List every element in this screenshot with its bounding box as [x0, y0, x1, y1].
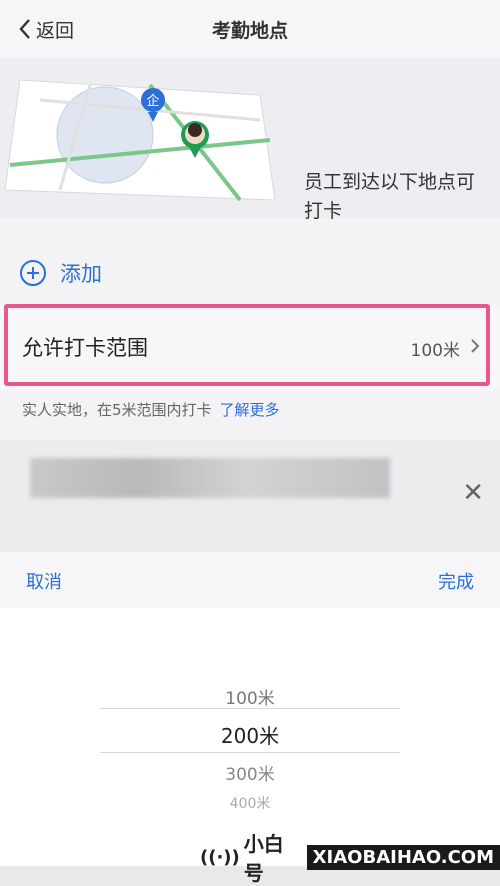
learn-more-link[interactable]: 了解更多 [220, 401, 280, 419]
info-banner: 企 员工到达以下地点可打卡 [0, 58, 500, 222]
add-location-button[interactable]: 添加 [20, 256, 102, 290]
plus-circle-icon [20, 260, 46, 286]
picker-option[interactable]: 300米 [0, 760, 500, 785]
map-illustration: 企 [4, 79, 276, 202]
company-badge: 企 [146, 93, 159, 109]
selection-bottom-line [100, 752, 400, 753]
hint-text: 实人实地，在5米范围内打卡 [22, 401, 212, 419]
range-value: 100米 [410, 341, 460, 361]
cancel-button[interactable]: 取消 [26, 568, 62, 594]
navigation-bar: 返回 考勤地点 [0, 0, 500, 58]
picker-toolbar [0, 552, 500, 608]
picker-option[interactable]: 400米 [0, 793, 500, 813]
pixelated-content [30, 458, 390, 498]
page-title: 考勤地点 [211, 20, 288, 42]
attendance-location-page: 返回 考勤地点 企 员工到达以下地点可打卡 添加 允许打卡范围 100米 实人实… [0, 0, 500, 552]
add-label: 添加 [60, 262, 102, 286]
watermark-brand: 小白号 [243, 832, 284, 885]
range-label: 允许打卡范围 [22, 336, 148, 360]
done-button[interactable]: 完成 [438, 568, 474, 594]
chevron-right-icon [471, 339, 480, 353]
watermark: ((·)) 小白号 XIAOBAIHAO.COM [200, 828, 500, 886]
signal-icon: ((·)) [200, 846, 240, 868]
banner-text: 员工到达以下地点可打卡 [304, 171, 476, 222]
close-icon[interactable]: ✕ [462, 478, 484, 508]
picker-option[interactable]: 100米 [0, 684, 500, 709]
range-hint: 实人实地，在5米范围内打卡 了解更多 [22, 399, 280, 420]
picker-option-selected[interactable]: 200米 [0, 720, 500, 749]
